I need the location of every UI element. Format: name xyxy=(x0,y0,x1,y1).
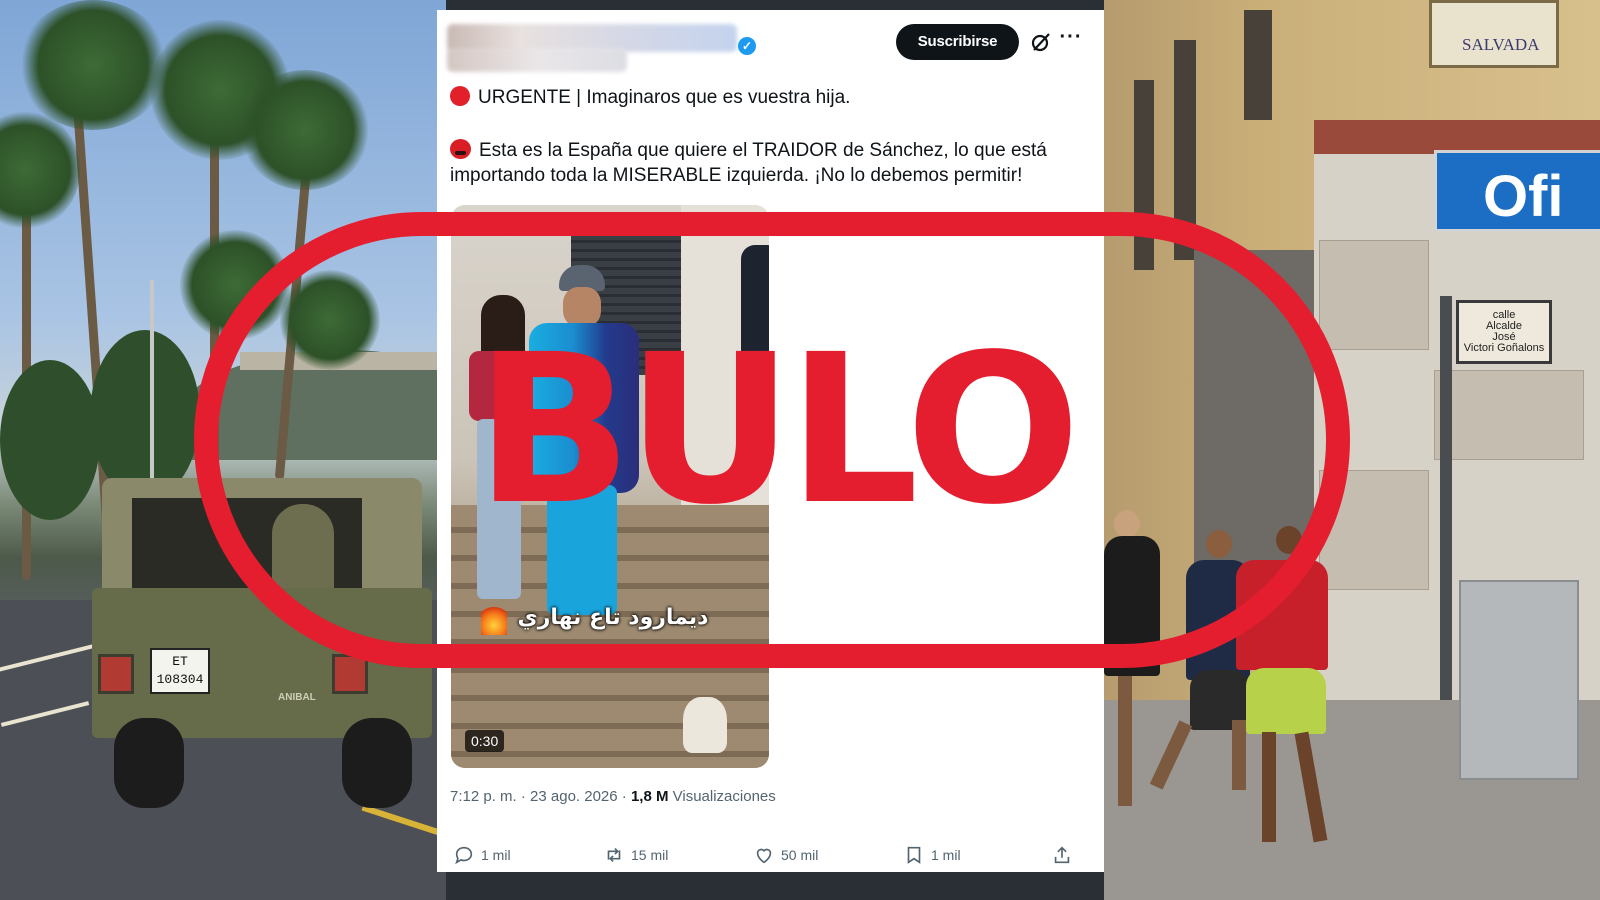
video-duration: 0:30 xyxy=(465,730,505,752)
tweet-timestamp[interactable]: 7:12 p. m. · 23 ago. 2026 · xyxy=(450,788,631,805)
subscribe-button[interactable]: Suscribirse xyxy=(896,24,1019,60)
red-circle-emoji-icon xyxy=(450,86,470,106)
license-plate: ET 108304 xyxy=(150,648,210,694)
palm-crown xyxy=(240,70,370,190)
stone-panel xyxy=(1434,370,1584,460)
tweet-text: URGENTE | Imaginaros que es vuestra hija… xyxy=(478,87,851,108)
angry-face-emoji-icon xyxy=(450,139,471,159)
palm-crown xyxy=(18,0,168,130)
bookmark-button[interactable]: 1 mil xyxy=(903,840,961,870)
street-name-sign: calle Alcalde José Victori Goñalons xyxy=(1456,300,1552,364)
tweet-text: importando toda la MISERABLE izquierda. … xyxy=(450,165,1023,186)
tweet-text: Esta es la España que quiere el TRAIDOR … xyxy=(479,140,1047,161)
repost-count: 15 mil xyxy=(631,847,669,863)
building-cornice xyxy=(1314,120,1600,154)
views-label: Visualizaciones xyxy=(668,788,776,805)
jeep-marking: ANIBAL xyxy=(278,692,316,703)
plate-line-2: 108304 xyxy=(156,672,204,687)
more-options-icon[interactable]: ··· xyxy=(1057,27,1085,52)
bush xyxy=(0,360,100,520)
like-button[interactable]: 50 mil xyxy=(753,840,818,870)
grok-icon[interactable] xyxy=(1029,30,1053,54)
tweet-text-line-1: URGENTE | Imaginaros que es vuestra hija… xyxy=(450,86,850,109)
reply-count: 1 mil xyxy=(481,847,511,863)
tweet-text-line-2: Esta es la España que quiere el TRAIDOR … xyxy=(450,139,1047,162)
share-icon xyxy=(1054,846,1070,864)
like-icon xyxy=(756,848,772,864)
repost-button[interactable]: 15 mil xyxy=(603,840,668,870)
bookmark-count: 1 mil xyxy=(931,847,961,863)
tweet-text-line-3: importando toda la MISERABLE izquierda. … xyxy=(450,165,1022,187)
wheel xyxy=(114,718,184,808)
bush xyxy=(90,330,200,500)
cat xyxy=(683,697,727,753)
repost-icon xyxy=(607,847,621,863)
reply-icon xyxy=(455,846,473,865)
bookmark-icon xyxy=(907,846,921,864)
pedestrian-leg xyxy=(1262,732,1276,842)
tweet-metadata: 7:12 p. m. · 23 ago. 2026 · 1,8 M Visual… xyxy=(450,788,776,805)
street-sign-line: Victori Goñalons xyxy=(1463,342,1545,354)
blurred-author-handle xyxy=(447,48,627,72)
stone-panel xyxy=(1319,240,1429,350)
reply-button[interactable]: 1 mil xyxy=(453,840,511,870)
building-window xyxy=(1244,10,1272,120)
pedestrian-leg xyxy=(1118,676,1132,806)
wheel xyxy=(342,718,412,808)
tail-light xyxy=(98,654,134,694)
pedestrian-shorts xyxy=(1246,668,1326,734)
views-count: 1,8 M xyxy=(630,788,669,805)
pedestrian-leg xyxy=(1232,720,1246,790)
verified-badge-icon: ✓ xyxy=(738,37,756,55)
like-count: 50 mil xyxy=(781,847,819,863)
palm-crown xyxy=(0,110,80,230)
tweet-header: ✓ Suscribirse ··· xyxy=(437,10,1104,80)
tweet-action-bar: 1 mil 15 mil 50 mil 1 mil xyxy=(437,840,1104,870)
tile-street-sign: SALVADA xyxy=(1429,0,1559,68)
office-sign: Ofi xyxy=(1434,150,1600,232)
share-button[interactable] xyxy=(1051,840,1073,870)
plate-line-1: ET xyxy=(172,654,188,669)
hoax-stamp-text: BULO xyxy=(475,310,1080,550)
utility-box xyxy=(1459,580,1579,780)
